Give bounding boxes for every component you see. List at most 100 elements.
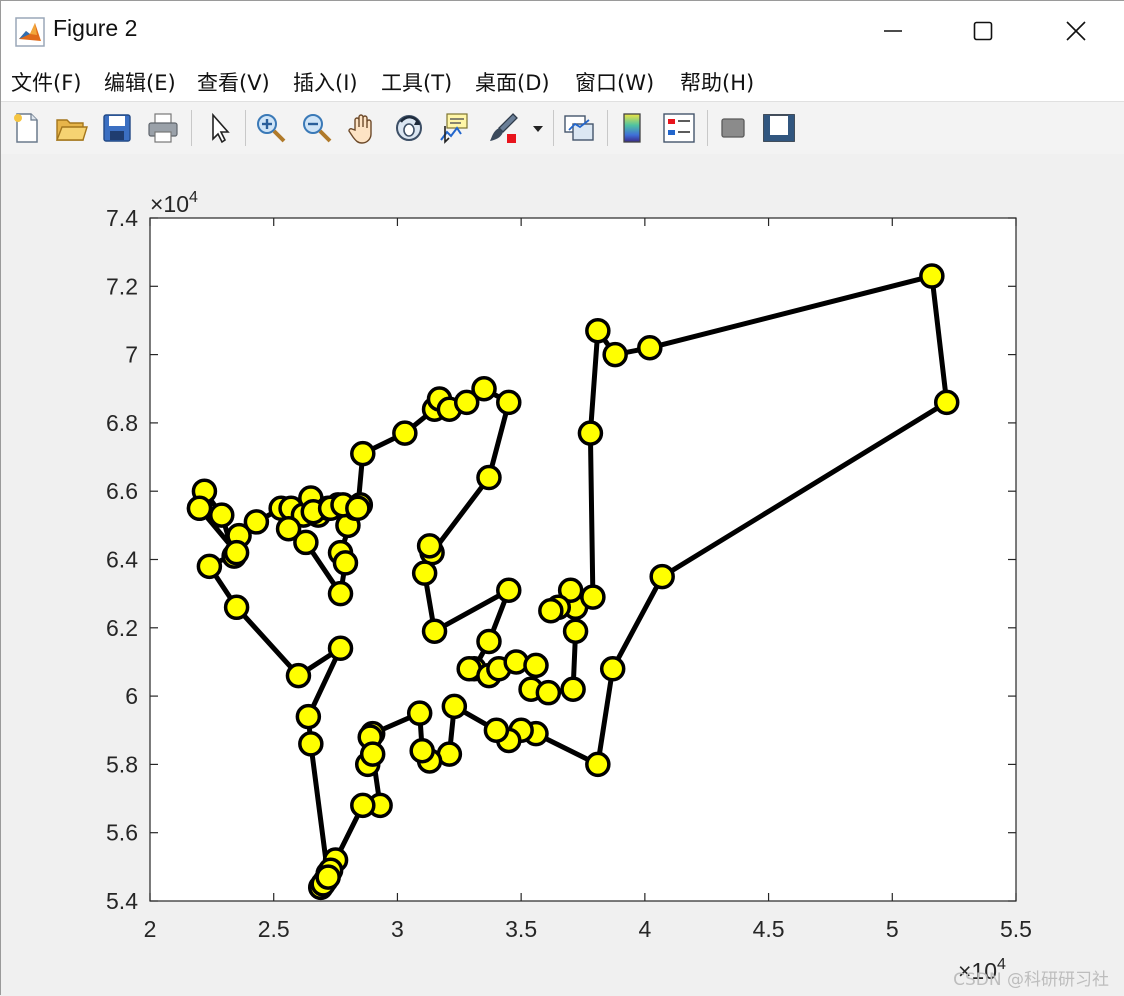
data-point[interactable] [285,662,312,689]
maximize-icon [973,21,993,41]
data-point[interactable] [562,618,589,644]
data-point[interactable] [327,580,354,607]
colorbar-icon[interactable] [615,110,651,146]
data-point[interactable] [585,317,611,344]
data-point[interactable] [649,563,675,590]
data-point[interactable] [538,597,564,624]
show-plot-tools-icon[interactable] [761,110,797,146]
x-tick-label: 2 [144,916,157,942]
x-tick-label: 4 [638,916,651,942]
data-point[interactable] [523,652,549,679]
open-file-icon[interactable] [53,110,89,146]
data-point[interactable] [585,751,611,778]
data-point[interactable] [243,509,270,535]
hide-plot-tools-icon[interactable] [715,110,751,146]
data-point[interactable] [496,577,522,603]
axes-background[interactable] [149,217,1017,902]
brush-icon[interactable] [485,110,521,146]
data-point[interactable] [392,420,418,446]
brush-dropdown-icon[interactable] [527,110,549,146]
data-point[interactable] [223,539,250,566]
save-icon[interactable] [99,110,135,146]
data-point[interactable] [496,389,522,416]
figure-window: Figure 2 文件(F) 编辑(E) 查看(V) 插入(I) 工具(T) 桌… [0,0,1124,996]
print-icon[interactable] [145,110,181,146]
watermark: CSDN @科研研习社 [953,970,1109,990]
data-point[interactable] [327,635,354,662]
data-point[interactable] [411,560,438,586]
menu-tools[interactable]: 工具(T) [381,67,452,97]
legend-icon[interactable] [661,110,697,146]
data-point[interactable] [602,341,628,368]
data-point[interactable] [416,533,443,559]
new-figure-icon[interactable] [9,110,45,146]
data-point[interactable] [186,495,213,522]
minimize-button[interactable] [848,1,938,61]
menu-window[interactable]: 窗口(W) [575,67,654,97]
data-point[interactable] [483,717,510,743]
menu-edit[interactable]: 编辑(E) [104,67,176,97]
x-tick-label: 3 [391,916,404,942]
y-tick-label: 6.2 [106,615,138,641]
data-point[interactable] [441,693,468,720]
data-point[interactable] [637,335,663,361]
zoom-in-icon[interactable] [253,110,289,146]
menu-view[interactable]: 查看(V) [197,67,270,97]
menu-help[interactable]: 帮助(H) [680,67,754,97]
pan-hand-icon[interactable] [345,110,381,146]
data-point[interactable] [919,263,945,289]
data-point[interactable] [315,864,341,890]
data-point[interactable] [577,420,604,446]
y-tick-label: 5.6 [106,820,138,846]
data-point[interactable] [275,516,302,542]
toolbar-separator [553,110,554,146]
data-point[interactable] [406,700,433,726]
minimize-icon [884,30,902,32]
data-point[interactable] [223,594,250,621]
y-tick-label: 7.2 [106,273,138,299]
menu-desktop[interactable]: 桌面(D) [475,67,550,97]
data-point[interactable] [209,502,235,528]
data-point[interactable] [599,656,626,682]
figure-toolbar [1,101,1124,155]
close-icon [1066,21,1086,41]
zoom-out-icon[interactable] [299,110,335,146]
x-tick-label: 2.5 [258,916,290,942]
data-point[interactable] [535,679,562,706]
figure-canvas: 2 2.5 3 3.5 4 4.5 5 5.5 5.4 5.6 5.8 6 6.2 6.4 6.6 6.8 7 7… [1,154,1124,996]
title-bar[interactable]: Figure 2 [1,1,1124,61]
y-tick-label: 6.8 [106,410,138,436]
data-point[interactable] [421,618,448,644]
rotate-3d-icon[interactable] [391,110,427,146]
menu-file[interactable]: 文件(F) [11,67,81,97]
y-tick-label: 6 [125,683,138,709]
data-point[interactable] [580,584,606,610]
data-point[interactable] [359,741,386,767]
data-point[interactable] [332,550,359,576]
matlab-logo-icon [15,17,45,47]
data-point[interactable] [560,676,586,703]
y-tick-label: 5.8 [106,751,138,777]
link-plot-icon[interactable] [561,110,597,146]
data-point[interactable] [933,389,960,416]
plot-svg[interactable]: 2 2.5 3 3.5 4 4.5 5 5.5 5.4 5.6 5.8 6 6.2 6.4 6.6 6.8 7 7… [1,154,1124,996]
close-button[interactable] [1031,1,1121,61]
data-point[interactable] [295,703,322,730]
data-cursor-icon[interactable] [437,110,473,146]
data-point[interactable] [409,737,435,764]
menu-insert[interactable]: 插入(I) [293,67,358,97]
data-point[interactable] [476,464,502,491]
toolbar-separator [191,110,192,146]
data-point[interactable] [345,495,371,522]
data-point[interactable] [350,792,376,819]
edit-plot-arrow-icon[interactable] [201,110,237,146]
y-axis-exponent: ×104 [150,189,198,217]
y-tick-label: 7.4 [106,205,138,231]
data-point[interactable] [471,376,497,402]
data-point[interactable] [196,553,223,580]
maximize-button[interactable] [938,1,1028,61]
data-point[interactable] [298,731,324,757]
data-point[interactable] [350,440,376,467]
menu-bar: 文件(F) 编辑(E) 查看(V) 插入(I) 工具(T) 桌面(D) 窗口(W… [1,61,1124,150]
data-point[interactable] [476,628,502,655]
